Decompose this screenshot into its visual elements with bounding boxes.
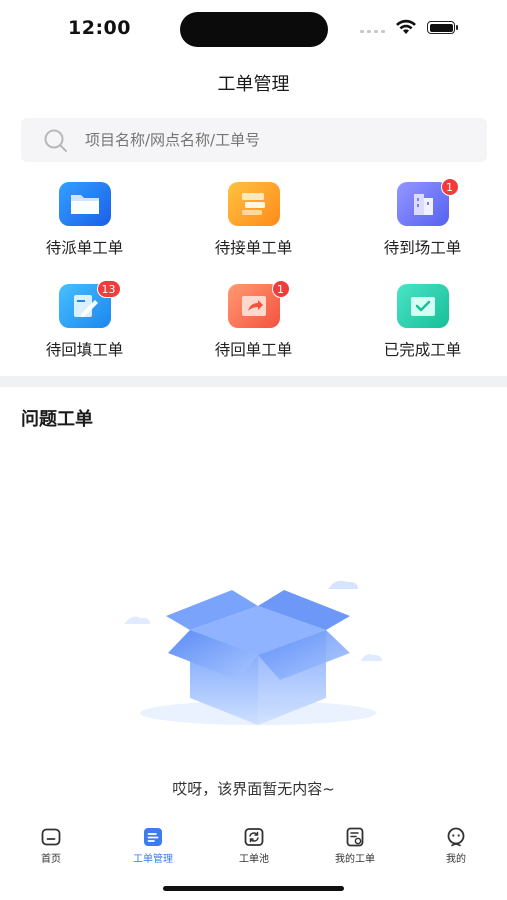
tab-profile[interactable]: 我的 — [406, 826, 506, 865]
check-folder-icon — [396, 284, 449, 328]
category-label: 待回填工单 — [45, 341, 124, 359]
search-input[interactable] — [85, 118, 465, 162]
wifi-icon — [396, 19, 416, 34]
tab-home[interactable]: 首页 — [1, 826, 101, 865]
profile-icon — [447, 827, 465, 847]
home-icon — [41, 828, 61, 846]
status-time: 12:00 — [68, 17, 131, 39]
tab-label: 我的工单 — [335, 854, 375, 865]
category-pending-arrival[interactable]: 1 待到场工单 — [338, 178, 507, 258]
category-pending-accept[interactable]: 待接单工单 — [169, 178, 338, 258]
document-stack-icon — [227, 182, 280, 226]
folder-icon — [58, 182, 111, 226]
tab-label: 工单管理 — [133, 854, 173, 865]
cellular-signal-icon — [360, 30, 385, 33]
tab-label: 我的 — [446, 854, 466, 865]
edit-form-icon: 13 — [58, 280, 121, 328]
status-bar: 12:00 — [0, 0, 507, 58]
category-label: 待派单工单 — [45, 239, 124, 257]
dynamic-island — [180, 12, 328, 47]
category-label: 待到场工单 — [383, 239, 462, 257]
tab-workorder-manage[interactable]: 工单管理 — [103, 826, 203, 865]
section-divider — [0, 376, 507, 387]
category-completed[interactable]: 已完成工单 — [338, 280, 507, 360]
workorder-pool-icon — [244, 828, 264, 846]
share-return-icon: 1 — [227, 280, 290, 328]
badge-count: 1 — [271, 280, 290, 298]
bottom-tab-bar: 首页 工单管理 工单池 我的工单 我的 — [0, 818, 507, 878]
page-title: 工单管理 — [217, 74, 290, 95]
category-label: 待回单工单 — [214, 341, 293, 359]
my-workorder-icon — [346, 827, 364, 847]
category-label: 待接单工单 — [214, 239, 293, 257]
category-label: 已完成工单 — [383, 341, 462, 359]
section-title: 问题工单 — [21, 409, 93, 430]
empty-state-text: 哎呀，该界面暂无内容~ — [172, 780, 335, 798]
category-pending-fill[interactable]: 13 待回填工单 — [0, 280, 169, 360]
tab-workorder-pool[interactable]: 工单池 — [204, 826, 304, 865]
empty-box-illustration — [124, 580, 382, 725]
tab-label: 工单池 — [239, 854, 269, 865]
badge-count: 1 — [440, 178, 459, 196]
building-icon: 1 — [396, 178, 459, 226]
tab-label: 首页 — [41, 854, 61, 865]
tab-my-workorder[interactable]: 我的工单 — [305, 826, 405, 865]
home-indicator — [163, 886, 344, 891]
search-bar[interactable] — [21, 118, 487, 162]
search-icon — [44, 129, 67, 152]
category-pending-dispatch[interactable]: 待派单工单 — [0, 178, 169, 258]
category-pending-return[interactable]: 1 待回单工单 — [169, 280, 338, 360]
badge-count: 13 — [96, 280, 121, 298]
workorder-manage-icon — [144, 828, 162, 846]
battery-icon — [427, 21, 458, 34]
